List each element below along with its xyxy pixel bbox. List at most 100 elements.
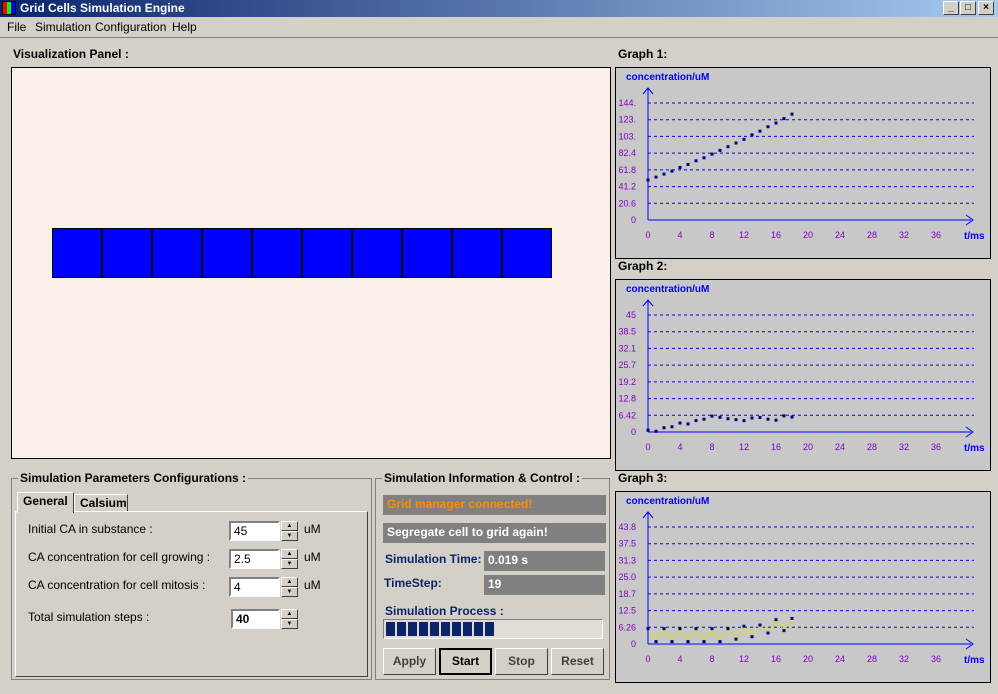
spin-down-icon[interactable]: ▼ <box>281 587 298 597</box>
spin-up-icon[interactable]: ▲ <box>281 549 298 559</box>
progress-block <box>419 622 428 636</box>
grid-cell <box>202 228 252 278</box>
graph-2: concentration/uM t/ms 45 38.5 32.1 25.7 19.2 12… <box>615 279 991 471</box>
data-point <box>678 421 682 425</box>
y-tick-label: 0 <box>631 215 636 225</box>
y-axis-label: concentration/uM <box>626 284 709 295</box>
data-point <box>766 125 770 129</box>
reset-button[interactable]: Reset <box>551 648 604 675</box>
data-point <box>782 117 786 121</box>
start-button[interactable]: Start <box>439 648 492 675</box>
grid-cell <box>402 228 452 278</box>
x-tick-label: 28 <box>867 442 877 452</box>
spin-down-icon[interactable]: ▼ <box>281 559 298 569</box>
data-point <box>734 637 738 641</box>
data-point <box>710 414 714 418</box>
x-tick-label: 4 <box>677 654 682 664</box>
x-tick-label: 36 <box>931 654 941 664</box>
data-point <box>758 623 762 627</box>
data-point <box>702 417 706 421</box>
data-point <box>742 137 746 141</box>
y-tick-label: 12.5 <box>618 606 636 616</box>
x-tick-label: 16 <box>771 442 781 452</box>
menu-help[interactable]: Help <box>172 20 197 34</box>
minimize-button[interactable]: _ <box>943 1 959 15</box>
x-tick-label: 8 <box>709 654 714 664</box>
grid-cell <box>152 228 202 278</box>
mitosis-ca-input[interactable]: 4 <box>229 577 280 597</box>
growing-ca-input[interactable]: 2.5 <box>229 549 280 569</box>
data-point <box>694 419 698 423</box>
data-point <box>662 426 666 430</box>
close-button[interactable]: × <box>978 1 994 15</box>
initial-ca-stepper[interactable]: ▲ ▼ <box>281 521 298 541</box>
y-tick-label: 123. <box>618 115 636 125</box>
spin-down-icon[interactable]: ▼ <box>281 619 298 629</box>
data-point <box>790 112 794 116</box>
graph-1: concentration/uM t/ms 144. 123. 103. 82.4 61.8… <box>615 67 991 259</box>
data-point <box>710 152 714 156</box>
menu-configuration[interactable]: Configuration <box>95 20 166 34</box>
spin-down-icon[interactable]: ▼ <box>281 531 298 541</box>
y-tick-label: 0 <box>631 427 636 437</box>
total-steps-input[interactable]: 40 <box>231 609 280 629</box>
total-steps-stepper[interactable]: ▲ ▼ <box>281 609 298 629</box>
simulation-progress-bar <box>383 619 603 639</box>
x-tick-label: 16 <box>771 654 781 664</box>
mitosis-ca-stepper[interactable]: ▲ ▼ <box>281 577 298 597</box>
data-point <box>742 419 746 423</box>
y-tick-label: 6.26 <box>618 622 636 632</box>
x-tick-label: 24 <box>835 654 845 664</box>
data-point <box>734 141 738 145</box>
y-tick-label: 45 <box>626 310 636 320</box>
y-tick-label: 0 <box>631 639 636 649</box>
growing-ca-stepper[interactable]: ▲ ▼ <box>281 549 298 569</box>
data-point <box>734 418 738 422</box>
x-tick-label: 24 <box>835 442 845 452</box>
initial-ca-input[interactable]: 45 <box>229 521 280 541</box>
visualization-panel[interactable] <box>11 67 611 459</box>
y-tick-label: 25.7 <box>618 360 636 370</box>
data-point <box>662 627 666 631</box>
param-label-initial-ca: Initial CA in substance : <box>28 522 153 536</box>
x-tick-label: 12 <box>739 230 749 240</box>
x-tick-label: 28 <box>867 654 877 664</box>
data-point <box>782 414 786 418</box>
data-point <box>686 162 690 166</box>
stop-button[interactable]: Stop <box>495 648 548 675</box>
spin-up-icon[interactable]: ▲ <box>281 577 298 587</box>
data-point <box>702 640 706 644</box>
data-point <box>670 425 674 429</box>
menu-file[interactable]: File <box>7 20 26 34</box>
x-tick-label: 36 <box>931 230 941 240</box>
y-tick-label: 31.3 <box>618 555 636 565</box>
spin-up-icon[interactable]: ▲ <box>281 521 298 531</box>
maximize-button[interactable]: □ <box>960 1 976 15</box>
param-label-steps: Total simulation steps : <box>28 610 150 624</box>
progress-block <box>485 622 494 636</box>
y-tick-label: 19.2 <box>618 377 636 387</box>
spin-up-icon[interactable]: ▲ <box>281 609 298 619</box>
data-point <box>790 616 794 620</box>
apply-button[interactable]: Apply <box>383 648 436 675</box>
data-point <box>694 159 698 163</box>
data-point <box>646 178 650 182</box>
data-point <box>750 635 754 639</box>
x-tick-label: 12 <box>739 654 749 664</box>
x-tick-label: 20 <box>803 230 813 240</box>
tab-calsium[interactable]: Calsium <box>74 494 128 512</box>
param-label-growing: CA concentration for cell growing : <box>28 550 211 564</box>
data-point <box>678 165 682 169</box>
graph-svg: concentration/uM t/ms 45 38.5 32.1 25.7 19.2 12… <box>618 284 985 454</box>
tab-general[interactable]: General <box>17 492 74 513</box>
grid-cell <box>252 228 302 278</box>
unit-label: uM <box>304 550 321 564</box>
grid-cell <box>352 228 402 278</box>
x-tick-label: 28 <box>867 230 877 240</box>
menu-simulation[interactable]: Simulation <box>35 20 91 34</box>
x-tick-label: 32 <box>899 442 909 452</box>
data-point <box>766 631 770 635</box>
graph-1-label: Graph 1: <box>618 47 668 61</box>
data-point <box>718 640 722 644</box>
x-tick-label: 4 <box>677 230 682 240</box>
